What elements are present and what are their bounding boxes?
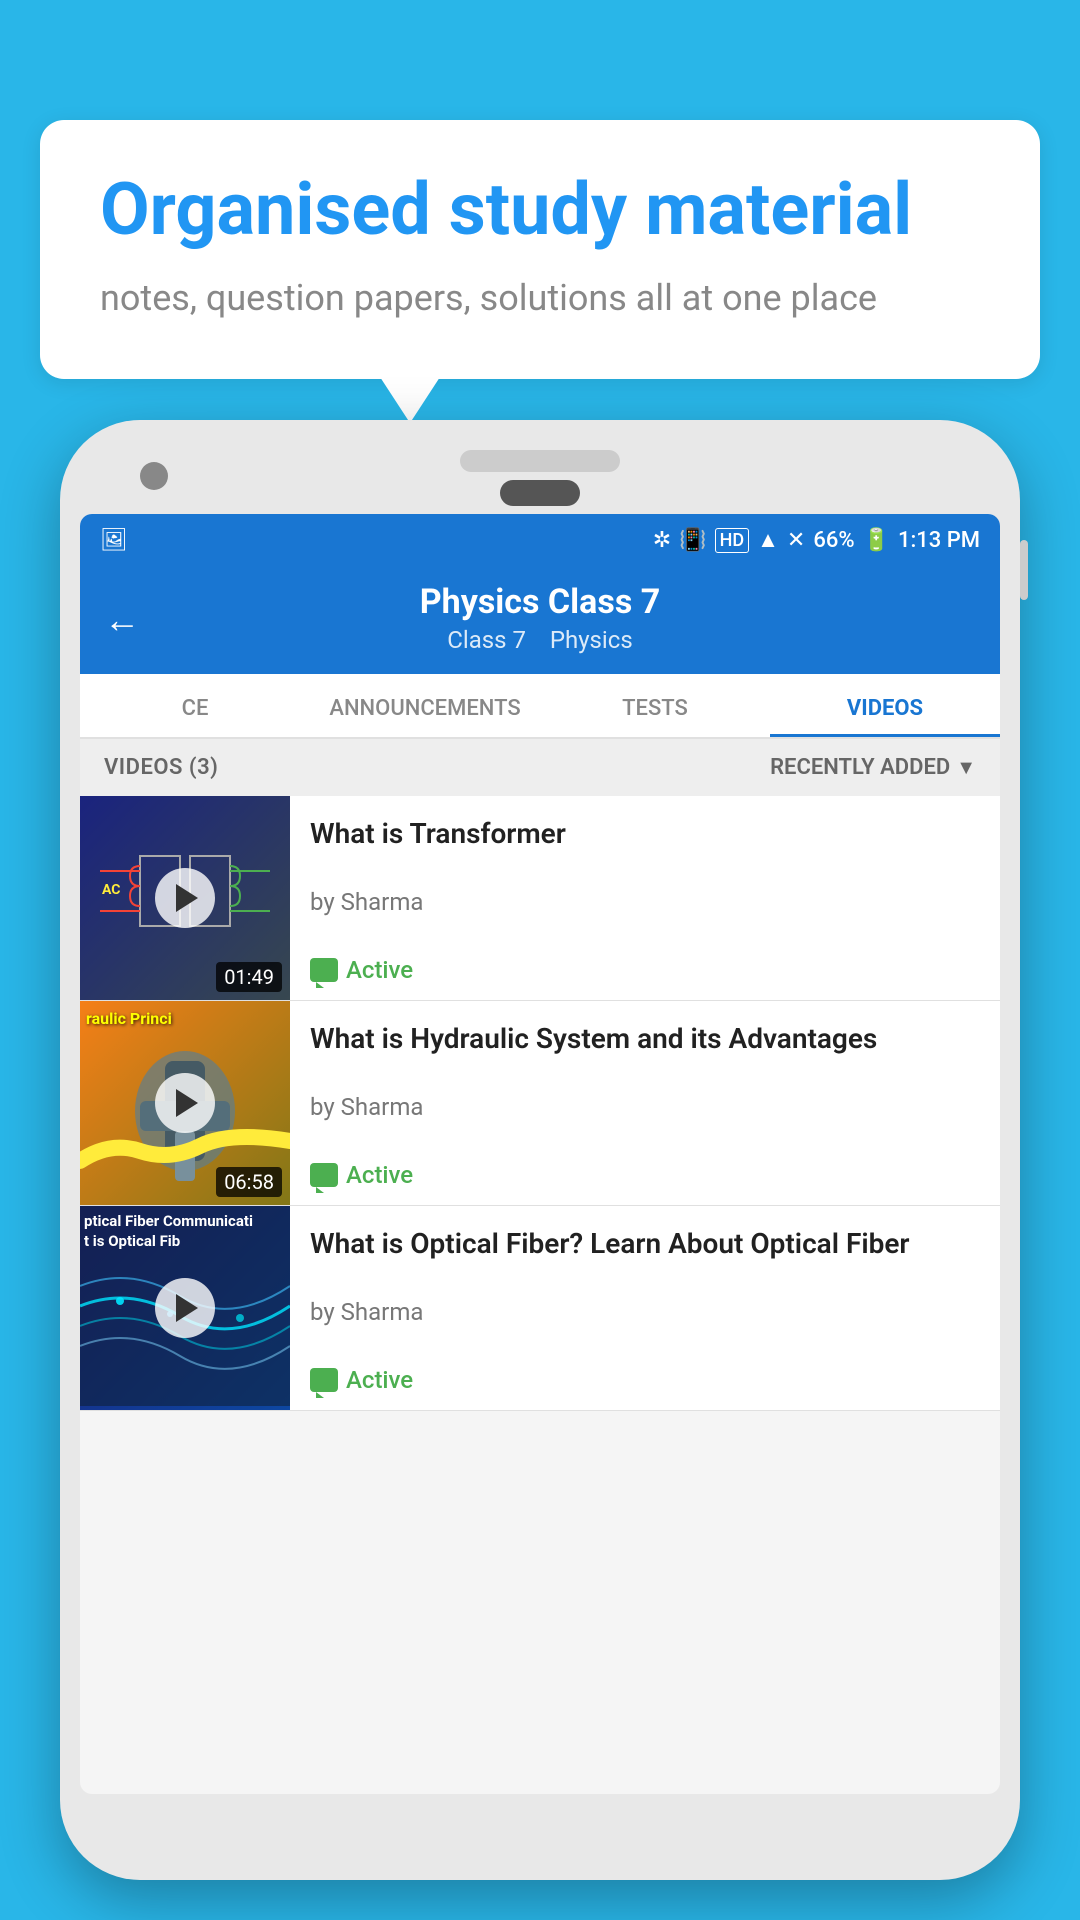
video-status-3: Active	[310, 1366, 980, 1394]
back-button[interactable]: ←	[104, 599, 140, 641]
chat-icon-3	[310, 1368, 338, 1392]
video-duration-2: 06:58	[216, 1167, 282, 1197]
video-thumbnail-1: AC 01:49	[80, 796, 290, 1000]
camera	[140, 462, 168, 490]
play-button-1[interactable]	[155, 868, 215, 928]
speaker-grille	[460, 450, 620, 472]
speech-bubble: Organised study material notes, question…	[40, 120, 1040, 379]
tab-announcements[interactable]: ANNOUNCEMENTS	[310, 674, 540, 737]
video-status-1: Active	[310, 956, 980, 984]
video-item-1[interactable]: AC 01:49 What is Transformer by Sharma A…	[80, 796, 1000, 1001]
battery-icon: 🔋	[863, 528, 890, 553]
video-status-2: Active	[310, 1161, 980, 1189]
video-title-1: What is Transformer	[310, 816, 980, 852]
video-thumbnail-2: raulic Princi 06:58	[80, 1001, 290, 1205]
video-info-2: What is Hydraulic System and its Advanta…	[290, 1001, 1000, 1205]
chat-icon-2	[310, 1163, 338, 1187]
app-header: ← Physics Class 7 Class 7 Physics	[80, 566, 1000, 674]
signal-icon: ✕	[787, 528, 805, 553]
play-button-3[interactable]	[155, 1278, 215, 1338]
chat-icon-1	[310, 958, 338, 982]
sort-button[interactable]: RECENTLY ADDED ▼	[770, 755, 976, 780]
tab-videos[interactable]: VIDEOS	[770, 674, 1000, 737]
chevron-down-icon: ▼	[956, 755, 976, 780]
video-item-3[interactable]: ptical Fiber Communicatit is Optical Fib	[80, 1206, 1000, 1411]
status-bar: 🖼 ✲ 📳 HD ▲ ✕ 66% 🔋 1:13 PM	[80, 514, 1000, 566]
video-info-1: What is Transformer by Sharma Active	[290, 796, 1000, 1000]
side-button	[1020, 540, 1028, 600]
phone-screen: 🖼 ✲ 📳 HD ▲ ✕ 66% 🔋 1:13 PM ← Physics Cla…	[80, 514, 1000, 1794]
speech-bubble-headline: Organised study material	[100, 170, 980, 249]
video-duration-1: 01:49	[216, 962, 282, 992]
play-icon-3	[176, 1294, 198, 1322]
video-item-2[interactable]: raulic Princi 06:58	[80, 1001, 1000, 1206]
play-icon-1	[176, 884, 198, 912]
video-author-3: by Sharma	[310, 1298, 980, 1326]
video-thumbnail-3: ptical Fiber Communicatit is Optical Fib	[80, 1206, 290, 1410]
tab-bar: CE ANNOUNCEMENTS TESTS VIDEOS	[80, 674, 1000, 739]
phone-outer: 🖼 ✲ 📳 HD ▲ ✕ 66% 🔋 1:13 PM ← Physics Cla…	[60, 420, 1020, 1880]
speech-bubble-subtext: notes, question papers, solutions all at…	[100, 273, 980, 323]
video-author-1: by Sharma	[310, 888, 980, 916]
wifi-icon: ▲	[757, 527, 779, 553]
hd-badge: HD	[715, 528, 750, 553]
tab-tests[interactable]: TESTS	[540, 674, 770, 737]
home-button	[500, 480, 580, 506]
videos-header: VIDEOS (3) RECENTLY ADDED ▼	[80, 739, 1000, 796]
header-class: Class 7	[447, 626, 526, 654]
video-title-3: What is Optical Fiber? Learn About Optic…	[310, 1226, 980, 1262]
video-title-2: What is Hydraulic System and its Advanta…	[310, 1021, 980, 1057]
video-author-2: by Sharma	[310, 1093, 980, 1121]
svg-text:AC: AC	[102, 882, 120, 898]
bluetooth-icon: ✲	[653, 528, 671, 553]
play-button-2[interactable]	[155, 1073, 215, 1133]
play-icon-2	[176, 1089, 198, 1117]
vibrate-icon: 📳	[679, 528, 706, 553]
battery-text: 66%	[813, 528, 854, 553]
speech-bubble-container: Organised study material notes, question…	[40, 120, 1040, 379]
photo-icon: 🖼	[100, 528, 128, 553]
thumb-text-3: ptical Fiber Communicatit is Optical Fib	[84, 1212, 286, 1251]
video-info-3: What is Optical Fiber? Learn About Optic…	[290, 1206, 1000, 1410]
header-title: Physics Class 7	[104, 582, 976, 622]
status-bar-right: ✲ 📳 HD ▲ ✕ 66% 🔋 1:13 PM	[653, 527, 980, 553]
tab-ce[interactable]: CE	[80, 674, 310, 737]
status-bar-left: 🖼	[100, 528, 128, 553]
videos-count: VIDEOS (3)	[104, 755, 218, 780]
header-subtitle: Class 7 Physics	[104, 626, 976, 654]
header-subject: Physics	[550, 626, 633, 654]
thumb-text-2: raulic Princi	[86, 1009, 284, 1028]
phone-mockup: 🖼 ✲ 📳 HD ▲ ✕ 66% 🔋 1:13 PM ← Physics Cla…	[60, 420, 1020, 1880]
time-display: 1:13 PM	[898, 528, 980, 553]
